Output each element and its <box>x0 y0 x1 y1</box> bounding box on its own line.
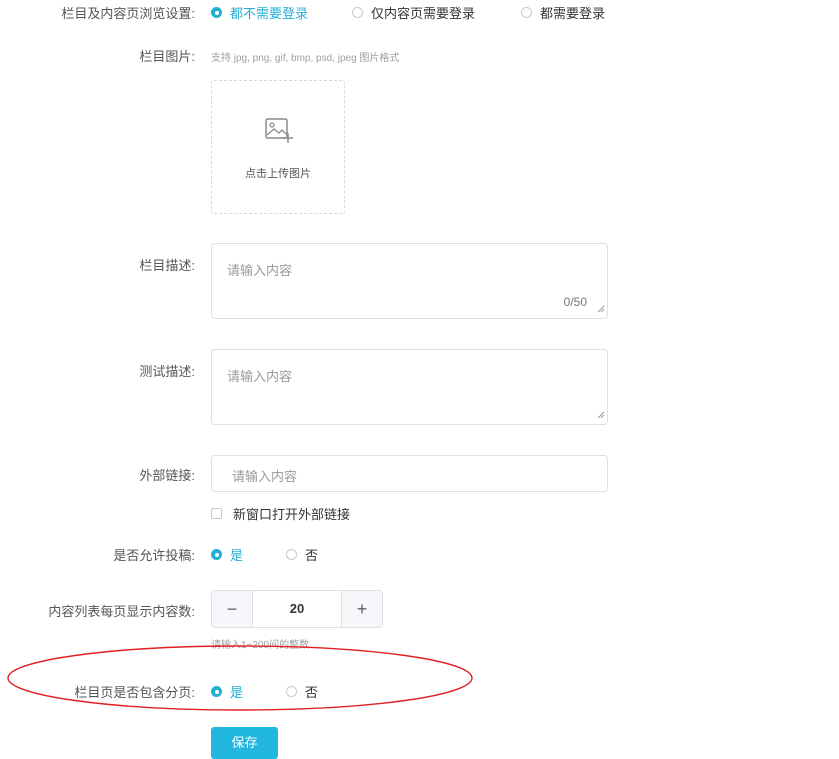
image-format-hint: 支持 jpg, png, gif, bmp, psd, jpeg 图片格式 <box>211 53 400 64</box>
allow-submission-label: 是否允许投稿: <box>113 548 195 563</box>
page-size-value[interactable]: 20 <box>253 591 341 627</box>
resize-handle-icon[interactable] <box>597 301 605 316</box>
description-placeholder: 请输入内容 <box>227 263 293 278</box>
test-description-label: 测试描述: <box>139 364 195 379</box>
radio-content-login-label: 仅内容页需要登录 <box>371 6 476 21</box>
page-size-stepper[interactable]: − 20 + <box>211 590 383 628</box>
external-link-placeholder: 请输入内容 <box>232 469 298 484</box>
description-label: 栏目描述: <box>139 258 195 273</box>
radio-unchecked-icon <box>286 549 297 560</box>
minus-icon[interactable]: − <box>212 591 253 627</box>
page-size-label: 内容列表每页显示内容数: <box>48 604 195 619</box>
radio-no-login[interactable]: 都不需要登录 <box>211 3 308 22</box>
image-upload-box[interactable]: 点击上传图片 <box>211 80 345 214</box>
radio-content-login[interactable]: 仅内容页需要登录 <box>352 3 475 22</box>
external-link-label: 外部链接: <box>139 468 195 483</box>
radio-checked-icon <box>211 7 222 18</box>
radio-all-login[interactable]: 都需要登录 <box>521 3 605 22</box>
resize-handle-icon[interactable] <box>597 407 605 422</box>
radio-submission-yes-label: 是 <box>230 548 244 563</box>
plus-icon[interactable]: + <box>341 591 382 627</box>
test-description-textarea[interactable]: 请输入内容 <box>211 349 608 425</box>
radio-submission-yes[interactable]: 是 <box>211 545 243 564</box>
radio-unchecked-icon <box>521 7 532 18</box>
radio-submission-no[interactable]: 否 <box>286 545 318 564</box>
annotation-ellipse <box>7 645 473 711</box>
new-window-checkbox[interactable]: 新窗口打开外部链接 <box>211 504 350 523</box>
new-window-label: 新窗口打开外部链接 <box>233 507 351 522</box>
description-textarea[interactable]: 请输入内容 0/50 <box>211 243 608 319</box>
upload-text: 点击上传图片 <box>245 168 311 180</box>
image-label: 栏目图片: <box>139 49 195 64</box>
browse-setting-label: 栏目及内容页浏览设置: <box>61 6 195 21</box>
checkbox-unchecked-icon <box>211 508 222 519</box>
image-plus-icon <box>265 118 293 147</box>
radio-checked-icon <box>211 549 222 560</box>
test-description-placeholder: 请输入内容 <box>227 369 293 384</box>
radio-no-login-label: 都不需要登录 <box>230 6 309 21</box>
external-link-input[interactable]: 请输入内容 <box>211 455 608 492</box>
radio-all-login-label: 都需要登录 <box>540 6 606 21</box>
save-button[interactable]: 保存 <box>211 727 278 759</box>
radio-submission-no-label: 否 <box>305 548 319 563</box>
radio-unchecked-icon <box>352 7 363 18</box>
description-char-counter: 0/50 <box>563 295 587 309</box>
